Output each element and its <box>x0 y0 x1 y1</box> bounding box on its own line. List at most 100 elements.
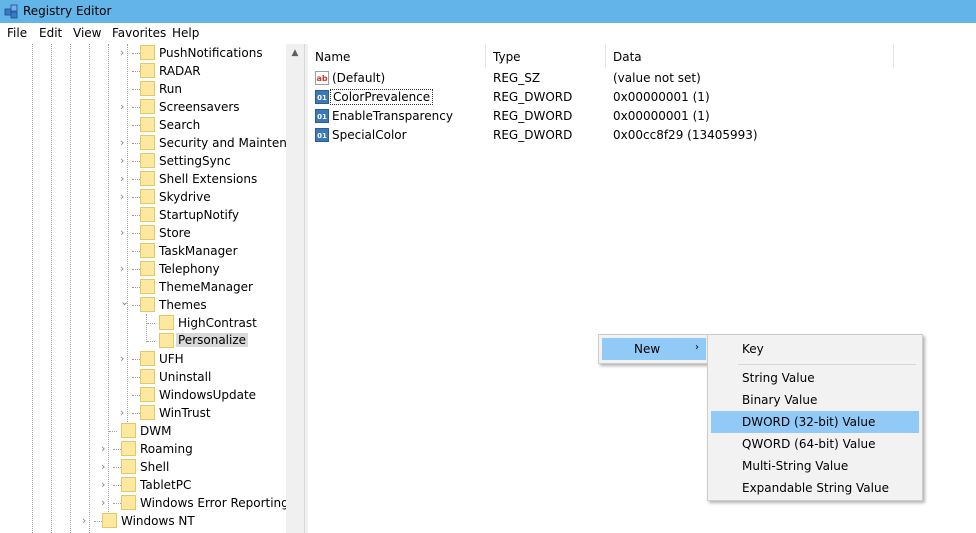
tree-connector <box>132 377 140 378</box>
value-data: 0x00000001 (1) <box>613 109 710 123</box>
expand-arrow-icon[interactable]: › <box>120 189 132 205</box>
menu-view[interactable]: View <box>73 26 101 40</box>
menu-item-key[interactable]: Key <box>711 338 919 360</box>
tree-item-windowsupdate[interactable]: WindowsUpdate <box>120 386 290 404</box>
folder-icon <box>159 315 174 330</box>
menu-item-string-value[interactable]: String Value <box>711 367 919 389</box>
tree-item-label: PushNotifications <box>159 46 263 60</box>
tree-item-search[interactable]: Search <box>120 116 290 134</box>
menu-item-binary-value[interactable]: Binary Value <box>711 389 919 411</box>
tree-connector <box>109 431 117 432</box>
collapse-arrow-icon[interactable]: ⌄ <box>120 294 132 310</box>
scroll-up-arrow-icon[interactable]: ▲ <box>286 44 304 62</box>
tree-item-pushnotifications[interactable]: › PushNotifications <box>120 44 290 62</box>
tree-item-startupnotify[interactable]: StartupNotify <box>120 206 290 224</box>
column-header-name[interactable]: Name <box>308 44 486 68</box>
tree-item-skydrive[interactable]: › Skydrive <box>120 188 290 206</box>
tree-item-security-and-maintenance[interactable]: › Security and Maintenan <box>120 134 302 152</box>
menu-item-qword-value[interactable]: QWORD (64-bit) Value <box>711 433 919 455</box>
tree-item-label: WinTrust <box>159 406 211 420</box>
menu-item-label: Binary Value <box>742 393 818 407</box>
expand-arrow-icon[interactable]: › <box>82 513 94 529</box>
expand-arrow-icon[interactable]: › <box>101 477 113 493</box>
menu-favorites[interactable]: Favorites <box>112 26 166 40</box>
expand-arrow-icon[interactable]: › <box>120 135 132 151</box>
expand-arrow-icon[interactable]: › <box>120 99 132 115</box>
menu-edit[interactable]: Edit <box>39 26 62 40</box>
folder-icon <box>140 81 155 96</box>
tree-item-radar[interactable]: RADAR <box>120 62 290 80</box>
folder-icon <box>140 279 155 294</box>
tree-item-shell[interactable]: › Shell <box>101 458 291 476</box>
menu-item-dword-value[interactable]: DWORD (32-bit) Value <box>711 411 919 433</box>
tree-connector <box>113 449 121 450</box>
tree-item-label: Uninstall <box>159 370 212 384</box>
tree-item-highcontrast[interactable]: HighContrast <box>139 314 289 332</box>
tree-connector <box>132 215 140 216</box>
expand-arrow-icon[interactable]: › <box>120 153 132 169</box>
tree-item-label: Telephony <box>159 262 220 276</box>
tree-item-label: Roaming <box>140 442 193 456</box>
tree-item-personalize[interactable]: Personalize <box>139 332 289 350</box>
tree-item-settingsync[interactable]: › SettingSync <box>120 152 290 170</box>
folder-icon <box>121 459 136 474</box>
tree-item-shell-extensions[interactable]: › Shell Extensions <box>120 170 290 188</box>
tree-scrollbar[interactable]: ▲ <box>286 44 304 533</box>
folder-icon <box>140 405 155 420</box>
new-submenu: Key String Value Binary Value DWORD (32-… <box>707 334 923 501</box>
tree-item-label: SettingSync <box>159 154 231 168</box>
value-row-specialcolor[interactable]: 01 SpecialColor REG_DWORD 0x00cc8f29 (13… <box>308 126 894 145</box>
value-row-enabletransparency[interactable]: 01 EnableTransparency REG_DWORD 0x000000… <box>308 107 894 126</box>
tree-guide-line <box>89 44 90 533</box>
tree-connector <box>132 179 140 180</box>
column-header-data[interactable]: Data <box>606 44 894 68</box>
menu-item-multi-string-value[interactable]: Multi-String Value <box>711 455 919 477</box>
tree-item-telephony[interactable]: › Telephony <box>120 260 290 278</box>
value-name: ColorPrevalence <box>330 89 434 105</box>
tree-item-ufh[interactable]: › UFH <box>120 350 290 368</box>
expand-arrow-icon[interactable]: › <box>120 351 132 367</box>
menu-item-label: Key <box>742 342 764 356</box>
expand-arrow-icon[interactable]: › <box>120 405 132 421</box>
tree-item-windows-nt[interactable]: › Windows NT <box>82 512 282 530</box>
tree-item-label: Store <box>159 226 191 240</box>
tree-item-label: Windows Error Reporting <box>140 496 289 510</box>
folder-icon <box>140 369 155 384</box>
tree-item-windows-error-reporting[interactable]: › Windows Error Reporting <box>101 494 291 512</box>
value-row-default[interactable]: ab (Default) REG_SZ (value not set) <box>308 69 894 88</box>
tree-item-label: TaskManager <box>159 244 238 258</box>
tree-item-wintrust[interactable]: › WinTrust <box>120 404 290 422</box>
expand-arrow-icon[interactable]: › <box>101 495 113 511</box>
tree-item-themes[interactable]: ⌄ Themes <box>120 294 290 314</box>
menu-help[interactable]: Help <box>172 26 199 40</box>
expand-arrow-icon[interactable]: › <box>120 171 132 187</box>
tree-item-screensavers[interactable]: › Screensavers <box>120 98 290 116</box>
expand-arrow-icon[interactable]: › <box>101 441 113 457</box>
tree-item-dwm[interactable]: DWM <box>101 422 291 440</box>
tree-connector <box>132 359 140 360</box>
tree-guide-line <box>51 44 52 533</box>
folder-icon <box>140 207 155 222</box>
tree-item-uninstall[interactable]: Uninstall <box>120 368 290 386</box>
folder-icon <box>121 495 136 510</box>
column-header-type[interactable]: Type <box>486 44 606 68</box>
expand-arrow-icon[interactable]: › <box>120 225 132 241</box>
submenu-arrow-icon: › <box>695 342 699 353</box>
expand-arrow-icon[interactable]: › <box>120 45 132 61</box>
expand-arrow-icon[interactable]: › <box>120 261 132 277</box>
tree-item-taskmanager[interactable]: TaskManager <box>120 242 290 260</box>
expand-arrow-icon[interactable]: › <box>101 459 113 475</box>
folder-icon <box>140 99 155 114</box>
menu-item-new[interactable]: New › <box>602 338 706 360</box>
tree-item-tabletpc[interactable]: › TabletPC <box>101 476 291 494</box>
tree-item-store[interactable]: › Store <box>120 224 290 242</box>
tree-item-roaming[interactable]: › Roaming <box>101 440 291 458</box>
value-row-colorprevalence[interactable]: 01 ColorPrevalence REG_DWORD 0x00000001 … <box>308 88 894 107</box>
tree-item-run[interactable]: Run <box>120 80 290 98</box>
menu-file[interactable]: File <box>7 26 27 40</box>
tree-item-thememanager[interactable]: ThemeManager <box>120 278 290 296</box>
folder-icon <box>140 351 155 366</box>
menu-item-expandable-string-value[interactable]: Expandable String Value <box>711 477 919 499</box>
tree-item-label: Shell Extensions <box>159 172 258 186</box>
tree-connector <box>132 395 140 396</box>
